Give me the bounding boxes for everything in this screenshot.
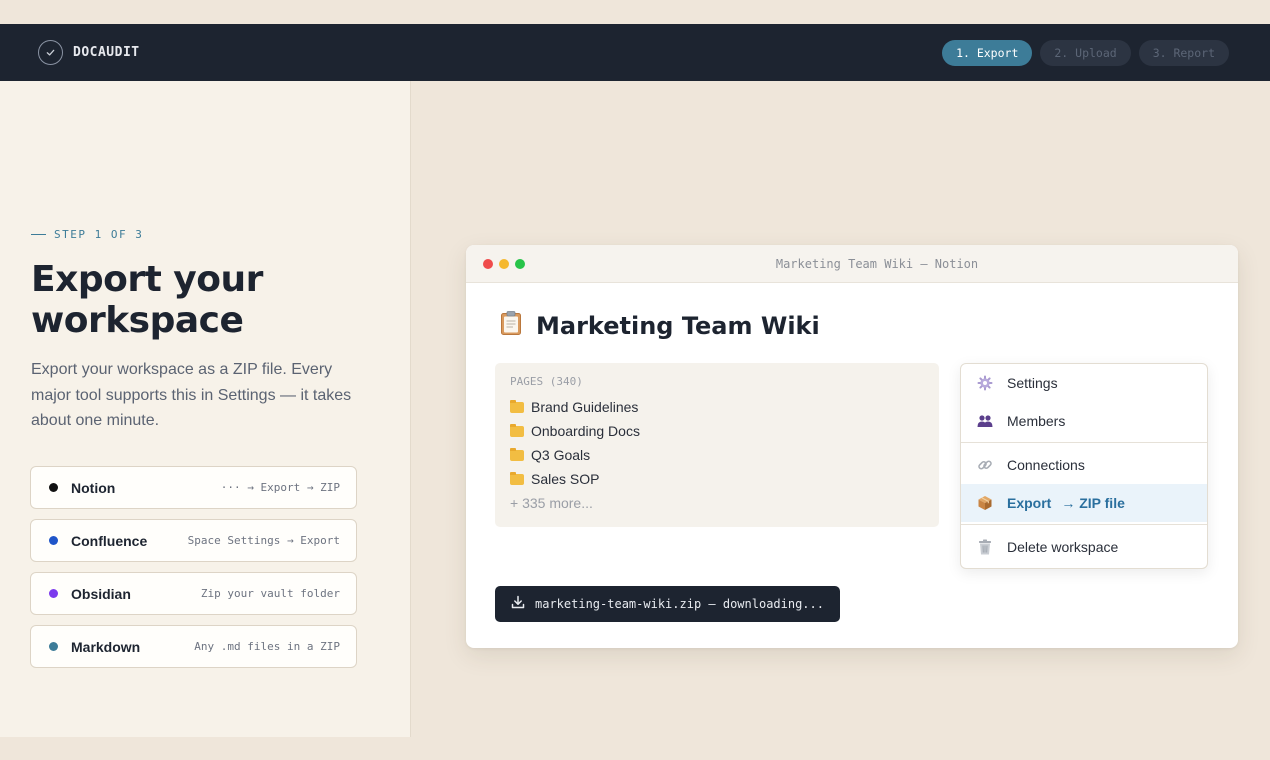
tool-dot [49, 642, 58, 651]
step-eyebrow: STEP 1 OF 3 [31, 228, 143, 241]
tool-name: Confluence [71, 532, 148, 549]
workspace-header: Marketing Team Wiki [500, 310, 820, 341]
tool-markdown[interactable]: Markdown Any .md files in a ZIP [30, 625, 357, 668]
tool-name: Markdown [71, 638, 141, 655]
eyebrow-text: STEP 1 OF 3 [54, 228, 144, 241]
tool-path: Any .md files in a ZIP [194, 640, 340, 653]
step-upload[interactable]: 2. Upload [1040, 40, 1131, 66]
menu-item-members[interactable]: Members [961, 402, 1207, 440]
step-export[interactable]: 1. Export [942, 40, 1033, 66]
link-icon [977, 457, 993, 473]
window-title: Marketing Team Wiki — Notion [775, 257, 979, 271]
tool-path: Space Settings → Export [187, 534, 340, 547]
page-item-label: Q3 Goals [531, 447, 591, 463]
page-item-label: Brand Guidelines [531, 399, 639, 415]
tool-name: Obsidian [71, 585, 131, 602]
more-pages-link[interactable]: + 335 more... [510, 491, 924, 515]
check-circle-icon [38, 40, 63, 65]
tool-dot [49, 589, 58, 598]
stepper: 1. Export 2. Upload 3. Report [942, 40, 1229, 66]
brand-name: DOCAUDIT [73, 45, 140, 60]
menu-divider [961, 524, 1207, 525]
tool-list: Notion ··· → Export → ZIP Confluence Spa… [30, 466, 357, 678]
gear-icon [977, 375, 993, 391]
users-icon [977, 413, 993, 429]
app-window-preview: Marketing Team Wiki — Notion Marketing T… [466, 245, 1238, 648]
download-icon [511, 595, 525, 614]
tool-obsidian[interactable]: Obsidian Zip your vault folder [30, 572, 357, 615]
tool-name: Notion [71, 479, 116, 496]
page-item[interactable]: Onboarding Docs [510, 419, 924, 443]
page-item[interactable]: Brand Guidelines [510, 395, 924, 419]
page-item-label: Sales SOP [531, 471, 600, 487]
menu-item-label: Members [1007, 413, 1066, 429]
tool-confluence[interactable]: Confluence Space Settings → Export [30, 519, 357, 562]
brand[interactable]: DOCAUDIT [38, 40, 140, 65]
page-item[interactable]: Q3 Goals [510, 443, 924, 467]
tool-notion[interactable]: Notion ··· → Export → ZIP [30, 466, 357, 509]
menu-item-settings[interactable]: Settings [961, 364, 1207, 402]
page-description: Export your workspace as a ZIP file. Eve… [31, 361, 352, 429]
trash-icon [977, 539, 993, 555]
page-item[interactable]: Sales SOP [510, 467, 924, 491]
folder-icon [510, 424, 524, 437]
menu-item-label: Settings [1007, 375, 1058, 391]
pages-panel: PAGES (340) Brand Guidelines Onboarding … [495, 363, 939, 527]
top-navbar: DOCAUDIT 1. Export 2. Upload 3. Report [0, 24, 1270, 81]
menu-item-export[interactable]: Export → ZIP file [961, 484, 1207, 522]
package-icon [977, 495, 993, 511]
workspace-menu: Settings Members Connections Export → ZI… [960, 363, 1208, 569]
page-title: Export your workspace [31, 259, 263, 341]
menu-divider [961, 442, 1207, 443]
menu-item-label: Export [1007, 495, 1052, 511]
folder-icon [510, 448, 524, 461]
download-toast[interactable]: marketing-team-wiki.zip — downloading... [495, 586, 840, 622]
clipboard-icon [500, 310, 522, 341]
instructions-panel: STEP 1 OF 3 Export your workspace Export… [0, 81, 411, 737]
menu-item-label: Delete workspace [1007, 539, 1119, 555]
tool-path: ··· → Export → ZIP [220, 481, 340, 494]
menu-item-delete-workspace[interactable]: Delete workspace [961, 528, 1207, 566]
menu-item-label: Connections [1007, 457, 1085, 473]
tool-dot [49, 483, 58, 492]
export-hint: → ZIP file [1061, 495, 1125, 511]
tool-path: Zip your vault folder [200, 587, 340, 600]
tool-dot [49, 536, 58, 545]
workspace-title: Marketing Team Wiki [536, 311, 820, 340]
eyebrow-dash [31, 234, 46, 235]
folder-icon [510, 400, 524, 413]
download-status: marketing-team-wiki.zip — downloading... [535, 597, 824, 611]
pages-count-label: PAGES (340) [510, 375, 583, 388]
menu-item-connections[interactable]: Connections [961, 446, 1207, 484]
page-item-label: Onboarding Docs [531, 423, 640, 439]
window-titlebar: Marketing Team Wiki — Notion [466, 245, 1238, 283]
step-report[interactable]: 3. Report [1138, 40, 1229, 66]
folder-icon [510, 472, 524, 485]
